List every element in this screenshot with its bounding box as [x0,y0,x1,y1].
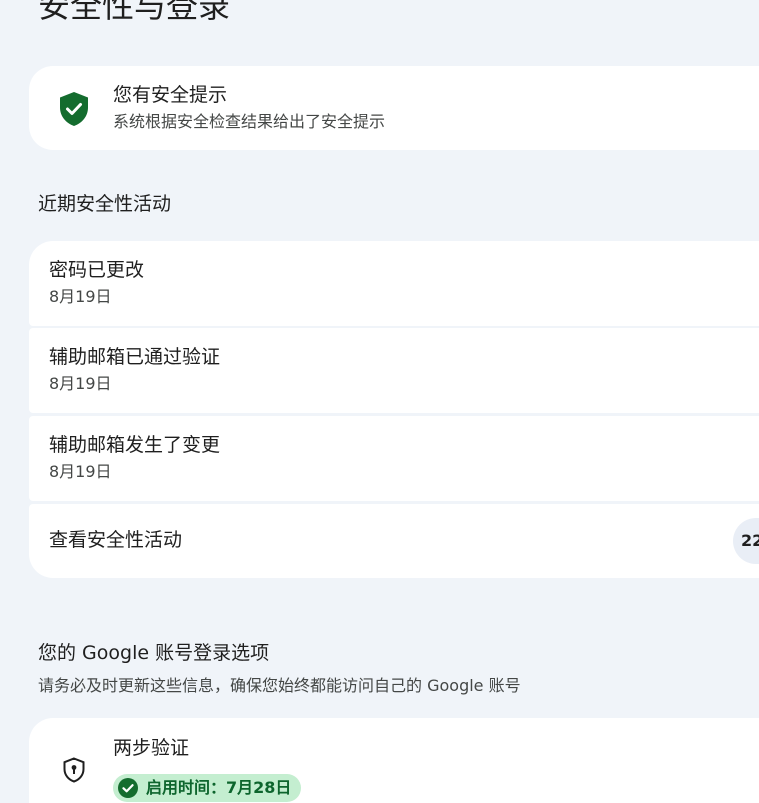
security-page: 安全性与登录 您有安全提示 系统根据安全检查结果给出了安全提示 近期安全性活动 … [0,0,759,803]
check-circle-icon [118,778,138,798]
two-step-status-badge: 启用时间：7月28日 [113,774,302,802]
signin-options-heading: 您的 Google 账号登录选项 [38,642,270,664]
two-step-status-text: 启用时间：7月28日 [146,778,292,797]
activity-count-badge: 22 [733,518,759,564]
lock-shield-icon [63,757,85,783]
security-alert-description: 系统根据安全检查结果给出了安全提示 [113,112,386,131]
security-alert-title: 您有安全提示 [113,84,228,106]
activity-title: 辅助邮箱发生了变更 [49,434,221,456]
activity-date: 8月19日 [49,374,112,393]
signin-options-description: 请务必及时更新这些信息，确保您始终都能访问自己的 Google 账号 [38,676,521,695]
view-security-activity-link[interactable]: 查看安全性活动 22 [29,504,759,578]
activity-title: 辅助邮箱已通过验证 [49,346,221,368]
activity-date: 8月19日 [49,462,112,481]
shield-check-icon [58,91,90,127]
two-step-verification-title: 两步验证 [113,737,190,759]
activity-item-recovery-email-verified[interactable]: 辅助邮箱已通过验证 8月19日 [29,328,759,413]
activity-item-password-changed[interactable]: 密码已更改 8月19日 [29,241,759,326]
activity-item-recovery-email-changed[interactable]: 辅助邮箱发生了变更 8月19日 [29,416,759,501]
view-security-activity-label: 查看安全性活动 [49,529,183,551]
security-alert-card[interactable] [29,66,759,150]
page-title: 安全性与登录 [38,0,231,25]
recent-activity-heading: 近期安全性活动 [38,193,172,215]
activity-title: 密码已更改 [49,259,145,281]
activity-date: 8月19日 [49,287,112,306]
